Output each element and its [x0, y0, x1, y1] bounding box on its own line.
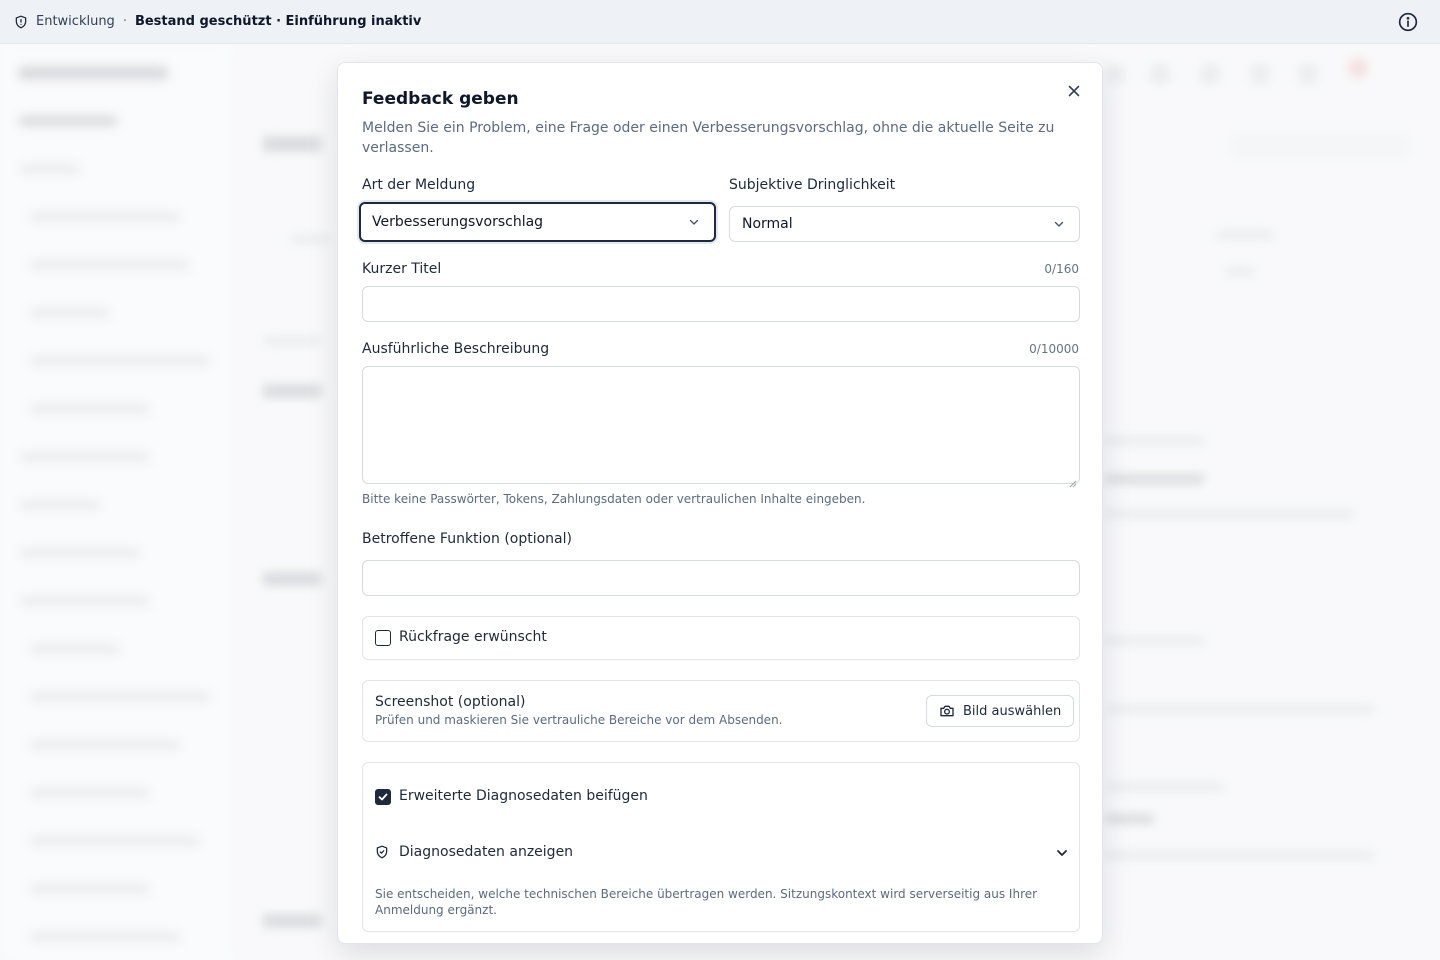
short-title-label: Kurzer Titel: [362, 261, 442, 277]
chevron-down-icon: [1055, 846, 1069, 860]
description-label: Ausführliche Beschreibung: [362, 341, 550, 357]
screenshot-box: Screenshot (optional) Prüfen und maskier…: [362, 680, 1080, 742]
shield-check-icon: [375, 845, 389, 859]
type-select-value: Verbesserungsvorschlag: [372, 214, 544, 230]
chevron-down-icon: [1053, 218, 1065, 230]
select-image-label: Bild auswählen: [963, 703, 1062, 719]
screenshot-hint: Prüfen und maskieren Sie vertrauliche Be…: [375, 713, 783, 727]
diagnostics-box: Erweiterte Diagnosedaten beifügen Diagno…: [362, 762, 1080, 932]
description-textarea[interactable]: [362, 366, 1080, 484]
callback-checkbox[interactable]: [375, 630, 391, 646]
dialog-description: Melden Sie ein Problem, eine Frage oder …: [362, 120, 1055, 156]
info-icon[interactable]: [1398, 12, 1418, 32]
callback-label[interactable]: Rückfrage erwünscht: [399, 629, 547, 645]
select-image-button[interactable]: Bild auswählen: [926, 695, 1075, 727]
description-counter: 0/10000: [1029, 342, 1079, 356]
diagnostics-checkbox[interactable]: [375, 789, 391, 805]
diagnostics-note: Sie entscheiden, welche technischen Bere…: [375, 887, 1038, 917]
environment-bar: Entwicklung · Bestand geschützt · Einfüh…: [0, 0, 1440, 44]
function-label: Betroffene Funktion (optional): [362, 531, 572, 547]
function-input[interactable]: [362, 560, 1080, 596]
urgency-label: Subjektive Dringlichkeit: [729, 177, 896, 193]
type-label: Art der Meldung: [362, 177, 476, 193]
urgency-select-value: Normal: [742, 216, 793, 232]
short-title-input[interactable]: [362, 286, 1080, 322]
show-diagnostics-toggle[interactable]: Diagnosedaten anzeigen: [375, 844, 1069, 860]
dialog-title: Feedback geben: [362, 89, 519, 109]
screenshot-title: Screenshot (optional): [375, 694, 526, 710]
short-title-counter: 0/160: [1044, 262, 1079, 276]
privacy-hint: Bitte keine Passwörter, Tokens, Zahlungs…: [362, 492, 866, 506]
camera-icon: [939, 703, 955, 719]
urgency-select[interactable]: Normal: [729, 206, 1080, 242]
separator: ·: [122, 14, 127, 29]
close-icon[interactable]: [1066, 83, 1082, 99]
callback-box: Rückfrage erwünscht: [362, 616, 1080, 660]
feedback-dialog: Feedback geben Melden Sie ein Problem, e…: [337, 62, 1103, 944]
environment-status: Bestand geschützt · Einführung inaktiv: [134, 14, 422, 29]
environment-name: Entwicklung: [36, 14, 115, 29]
shield-icon: [14, 15, 28, 29]
resize-grip-icon[interactable]: [1069, 473, 1077, 488]
type-select[interactable]: Verbesserungsvorschlag: [359, 202, 716, 242]
show-diagnostics-label: Diagnosedaten anzeigen: [399, 844, 574, 860]
diagnostics-label[interactable]: Erweiterte Diagnosedaten beifügen: [399, 788, 648, 804]
chevron-down-icon: [688, 216, 700, 228]
